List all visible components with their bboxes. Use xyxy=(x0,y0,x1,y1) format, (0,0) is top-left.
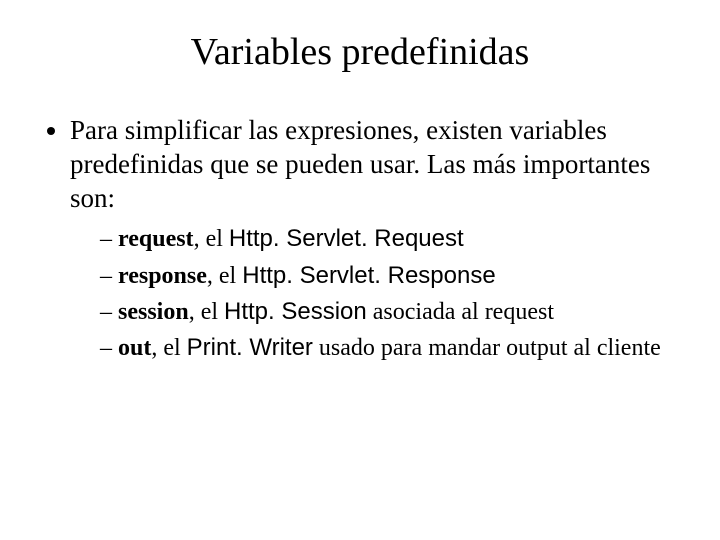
sep: , el xyxy=(151,335,186,361)
var-name: response xyxy=(118,263,207,289)
var-name: session xyxy=(118,299,189,325)
sub-item-request: request, el Http. Servlet. Request xyxy=(100,223,680,255)
slide-title: Variables predefinidas xyxy=(40,30,680,74)
sub-item-response: response, el Http. Servlet. Response xyxy=(100,260,680,292)
var-name: out xyxy=(118,335,151,361)
tail: usado para mandar output al cliente xyxy=(313,335,661,361)
sep: , el xyxy=(189,299,224,325)
class-name: Http. Servlet. Response xyxy=(242,262,495,289)
slide: Variables predefinidas Para simplificar … xyxy=(0,0,720,540)
sub-item-out: out, el Print. Writer usado para mandar … xyxy=(100,332,680,364)
var-name: request xyxy=(118,226,194,252)
bullet-list: Para simplificar las expresiones, existe… xyxy=(40,114,680,365)
tail: asociada al request xyxy=(367,299,554,325)
intro-bullet: Para simplificar las expresiones, existe… xyxy=(70,114,680,365)
sep: , el xyxy=(194,226,229,252)
sub-item-session: session, el Http. Session asociada al re… xyxy=(100,296,680,328)
intro-text: Para simplificar las expresiones, existe… xyxy=(70,115,650,213)
class-name: Http. Session xyxy=(224,298,367,325)
sub-list: request, el Http. Servlet. Request respo… xyxy=(70,223,680,365)
class-name: Http. Servlet. Request xyxy=(229,225,464,252)
sep: , el xyxy=(207,263,242,289)
class-name: Print. Writer xyxy=(187,334,313,361)
